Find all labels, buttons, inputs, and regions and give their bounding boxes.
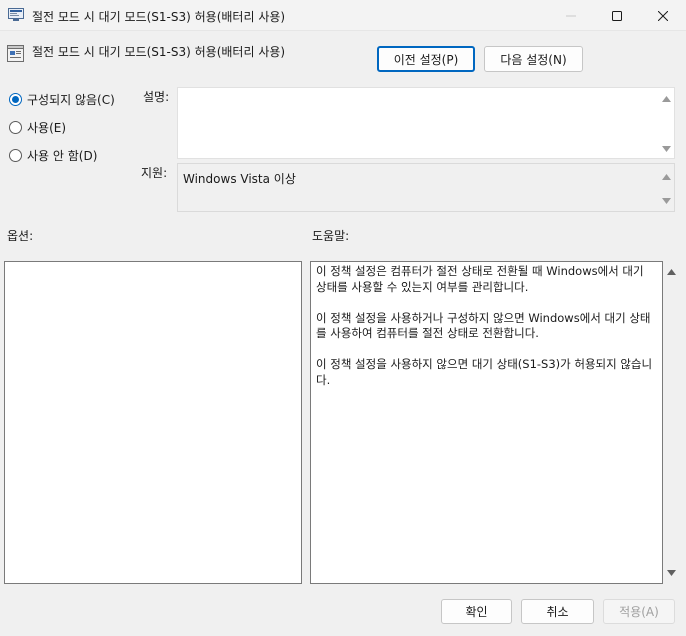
setting-title: 절전 모드 시 대기 모드(S1-S3) 허용(배터리 사용) bbox=[32, 45, 286, 59]
policy-editor-icon bbox=[8, 8, 24, 21]
supported-on-value: Windows Vista 이상 bbox=[183, 172, 296, 186]
scroll-down-button[interactable] bbox=[661, 144, 671, 154]
help-paragraph: 이 정책 설정을 사용하지 않으면 대기 상태(S1-S3)가 허용되지 않습니… bbox=[316, 357, 653, 387]
scroll-up-button[interactable] bbox=[661, 172, 671, 182]
radio-label: 사용 안 함(D) bbox=[27, 149, 98, 163]
help-scrollbar[interactable] bbox=[663, 261, 680, 584]
ok-button[interactable]: 확인 bbox=[441, 599, 512, 624]
chevron-up-icon bbox=[661, 174, 671, 180]
radio-indicator bbox=[9, 121, 22, 134]
maximize-button[interactable] bbox=[594, 0, 640, 31]
radio-indicator bbox=[9, 149, 22, 162]
scroll-up-button[interactable] bbox=[666, 267, 676, 277]
help-paragraph: 이 정책 설정을 사용하거나 구성하지 않으면 Windows에서 대기 상태를… bbox=[316, 310, 651, 341]
chevron-down-icon bbox=[661, 198, 671, 204]
options-panel bbox=[4, 261, 302, 584]
window-title: 절전 모드 시 대기 모드(S1-S3) 허용(배터리 사용) bbox=[32, 10, 286, 24]
radio-not-configured[interactable]: 구성되지 않음(C) bbox=[9, 91, 115, 108]
radio-enabled[interactable]: 사용(E) bbox=[9, 119, 66, 136]
chevron-up-icon bbox=[666, 269, 676, 275]
help-panel: 이 정책 설정은 컴퓨터가 절전 상태로 전환될 때 Windows에서 대기 … bbox=[310, 261, 663, 584]
supported-on-field: Windows Vista 이상 bbox=[177, 163, 675, 212]
chevron-down-icon bbox=[666, 570, 676, 576]
radio-label: 구성되지 않음(C) bbox=[27, 93, 115, 107]
close-icon bbox=[658, 10, 668, 21]
minimize-button[interactable] bbox=[548, 0, 594, 31]
previous-setting-button[interactable]: 이전 설정(P) bbox=[377, 46, 475, 72]
scroll-down-button[interactable] bbox=[666, 568, 676, 578]
minimize-icon bbox=[566, 15, 576, 16]
chevron-up-icon bbox=[661, 96, 671, 102]
scroll-up-button[interactable] bbox=[661, 94, 671, 104]
policy-setting-icon bbox=[7, 45, 24, 62]
cancel-button[interactable]: 취소 bbox=[521, 599, 594, 624]
close-button[interactable] bbox=[640, 0, 686, 31]
supported-on-label: 지원: bbox=[141, 166, 168, 180]
chevron-down-icon bbox=[661, 146, 671, 152]
description-field[interactable] bbox=[177, 87, 675, 159]
radio-indicator-selected bbox=[9, 93, 22, 106]
title-bar: 절전 모드 시 대기 모드(S1-S3) 허용(배터리 사용) bbox=[0, 0, 686, 31]
next-setting-button[interactable]: 다음 설정(N) bbox=[484, 46, 583, 72]
description-label: 설명: bbox=[143, 90, 170, 104]
maximize-icon bbox=[612, 10, 622, 21]
radio-label: 사용(E) bbox=[27, 121, 67, 135]
apply-button[interactable]: 적용(A) bbox=[603, 599, 675, 624]
options-label: 옵션: bbox=[7, 229, 34, 243]
help-paragraph: 이 정책 설정은 컴퓨터가 절전 상태로 전환될 때 Windows에서 대기 … bbox=[316, 264, 644, 294]
radio-disabled[interactable]: 사용 안 함(D) bbox=[9, 147, 97, 164]
help-label: 도움말: bbox=[312, 229, 350, 243]
scroll-down-button[interactable] bbox=[661, 196, 671, 206]
